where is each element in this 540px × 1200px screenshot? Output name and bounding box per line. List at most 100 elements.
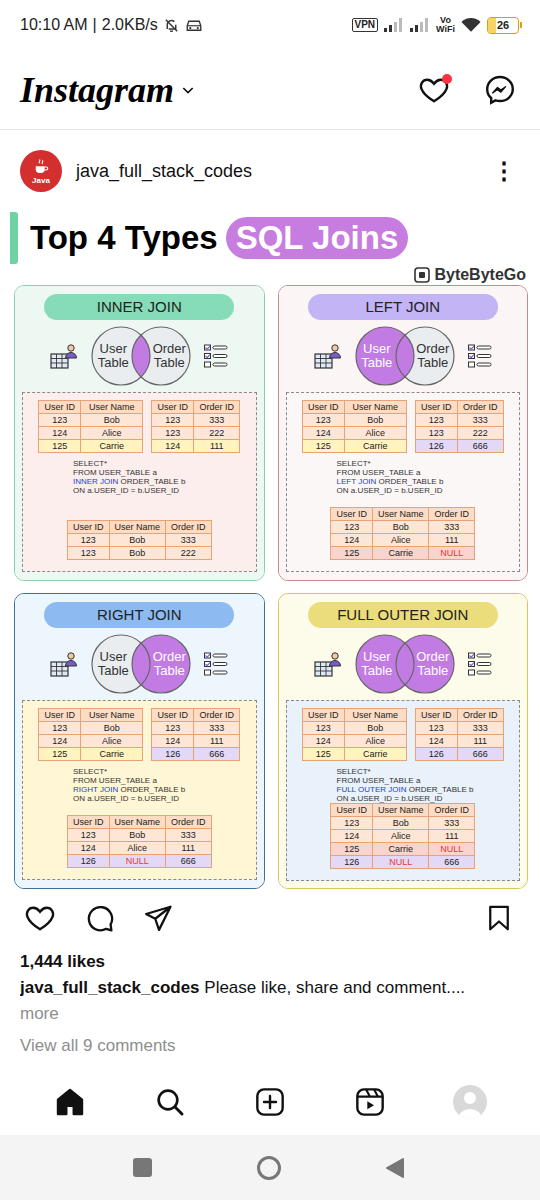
result-table: User IDUser NameOrder ID123Bob333124Alic…	[330, 803, 475, 869]
post-author[interactable]: Java java_full_stack_codes	[20, 150, 252, 192]
author-name[interactable]: java_full_stack_codes	[76, 158, 252, 185]
column-header: Order ID	[165, 521, 211, 534]
caption-author[interactable]: java_full_stack_codes	[20, 978, 200, 997]
sql-token: SELECT*	[337, 767, 371, 776]
table-cell: 126	[152, 748, 194, 761]
like-heart-icon[interactable]	[24, 902, 56, 934]
post-text: 1,444 likes java_full_stack_codes Please…	[0, 949, 540, 1059]
comment-icon[interactable]	[84, 903, 115, 934]
table-cell: 124	[39, 735, 81, 748]
column-header: User ID	[67, 521, 109, 534]
sql-line: SELECT*	[73, 459, 256, 468]
join-card-body: FULL OUTER JOINUser TableOrder TableUser…	[279, 594, 528, 888]
sql-query: SELECT*FROM USER_TABLE aLEFT JOIN ORDER_…	[287, 459, 520, 495]
column-header: Order ID	[457, 401, 503, 414]
reels-icon[interactable]	[354, 1086, 386, 1118]
table-row: 126666	[415, 440, 503, 453]
table-cell: 222	[457, 427, 503, 440]
sql-line: FROM USER_TABLE a	[73, 468, 256, 477]
table-row: 125Carrie	[39, 748, 143, 761]
venn-diagram: User TableOrder Table	[83, 633, 199, 695]
table-cell: 333	[165, 534, 211, 547]
join-example-panel: User IDUser Name123Bob124Alice125CarrieU…	[286, 700, 521, 881]
order-table: User IDOrder ID123333124111126666	[151, 708, 240, 761]
table-cell: 666	[457, 748, 503, 761]
result-table: User IDUser NameOrder ID123Bob333124Alic…	[330, 507, 475, 560]
bottom-nav-item[interactable]	[440, 1077, 500, 1127]
table-row: 123Bob222	[67, 547, 211, 560]
table-cell: 123	[415, 427, 457, 440]
left-set-label: User Table	[355, 633, 399, 695]
title-accent	[10, 212, 18, 264]
home-circle-icon[interactable]	[257, 1156, 281, 1180]
spacer	[287, 495, 520, 507]
share-send-icon[interactable]	[143, 903, 173, 933]
spacer	[23, 803, 256, 815]
view-comments-link[interactable]: View all 9 comments	[20, 1033, 520, 1059]
column-header: User Name	[109, 521, 165, 534]
table-cell: 123	[302, 414, 344, 427]
sql-token: ON a.USER_ID = b.USER_ID	[73, 794, 179, 803]
likes-count[interactable]: 1,444 likes	[20, 949, 520, 975]
table-header: User IDUser Name	[39, 401, 143, 414]
join-example-panel: User IDUser Name123Bob124Alice125CarrieU…	[286, 392, 521, 572]
sql-line: ON a.USER_ID = b.USER_ID	[337, 486, 520, 495]
separator: |	[93, 13, 97, 37]
bottom-nav-item[interactable]	[140, 1077, 200, 1127]
sql-line: SELECT*	[337, 767, 520, 776]
join-card: FULL OUTER JOINUser TableOrder TableUser…	[278, 593, 529, 889]
account-switcher[interactable]: Instagram	[20, 68, 196, 112]
app-logo[interactable]: Instagram	[20, 68, 174, 112]
table-row: 124Alice111	[331, 534, 475, 547]
table-cell: 666	[457, 440, 503, 453]
venn-diagram: User TableOrder Table	[347, 633, 463, 695]
sql-line: LEFT JOIN ORDER_TABLE b	[337, 477, 520, 486]
table-header: User IDUser NameOrder ID	[331, 508, 475, 521]
messenger-icon[interactable]	[484, 74, 516, 106]
table-cell: NULL	[429, 547, 475, 560]
join-card-body: LEFT JOINUser TableOrder TableUser IDUse…	[279, 286, 528, 580]
bottom-nav-item[interactable]	[340, 1077, 400, 1127]
result-wrap: User IDUser NameOrder ID123Bob333124Alic…	[287, 803, 520, 869]
brand: ByteByteGo	[0, 264, 540, 285]
table-row: 126NULL666	[67, 855, 211, 868]
source-tables: User IDUser Name123Bob124Alice125CarrieU…	[287, 400, 520, 453]
join-example-panel: User IDUser Name123Bob124Alice125CarrieU…	[22, 700, 257, 880]
bookmark-icon[interactable]	[484, 903, 514, 933]
recents-square-icon[interactable]	[133, 1158, 152, 1177]
checklist-icon	[203, 343, 229, 369]
profile-avatar-icon[interactable]	[453, 1085, 487, 1119]
create-plus-icon[interactable]	[254, 1086, 286, 1118]
table-cell: 126	[415, 440, 457, 453]
table-row: 123333	[415, 722, 503, 735]
chevron-down-icon[interactable]	[180, 82, 196, 98]
back-triangle-icon[interactable]	[385, 1157, 405, 1179]
joins-grid: INNER JOINUser TableOrder TableUser IDUs…	[0, 285, 540, 889]
table-cell: 123	[415, 414, 457, 427]
table-header: User IDUser NameOrder ID	[331, 804, 475, 817]
table-row: 124111	[152, 440, 240, 453]
table-row: 126666	[415, 748, 503, 761]
author-avatar[interactable]: Java	[20, 150, 62, 192]
home-icon[interactable]	[54, 1086, 86, 1118]
left-set-label: User Table	[355, 325, 399, 387]
more-link[interactable]: more	[20, 1001, 520, 1027]
bottom-nav-item[interactable]	[40, 1077, 100, 1127]
notifications-button[interactable]	[418, 74, 450, 106]
table-header: User IDUser Name	[302, 709, 406, 722]
sql-query: SELECT*FROM USER_TABLE aFULL OUTER JOIN …	[287, 767, 520, 803]
table-row: 125Carrie	[39, 440, 143, 453]
right-set-label: Order Table	[146, 325, 192, 387]
post-menu-button[interactable]: ⋮	[488, 153, 520, 189]
bottom-nav-item[interactable]	[240, 1077, 300, 1127]
table-cell: 124	[331, 534, 373, 547]
table-cell: Bob	[109, 829, 165, 842]
search-icon[interactable]	[154, 1086, 186, 1118]
column-header: Order ID	[429, 804, 475, 817]
table-row: 125CarrieNULL	[331, 547, 475, 560]
table-cell: 124	[302, 427, 344, 440]
table-cell: 123	[152, 427, 194, 440]
notification-dot	[442, 74, 452, 84]
sql-token: ON a.USER_ID = b.USER_ID	[73, 486, 179, 495]
table-row: 123Bob333	[331, 521, 475, 534]
